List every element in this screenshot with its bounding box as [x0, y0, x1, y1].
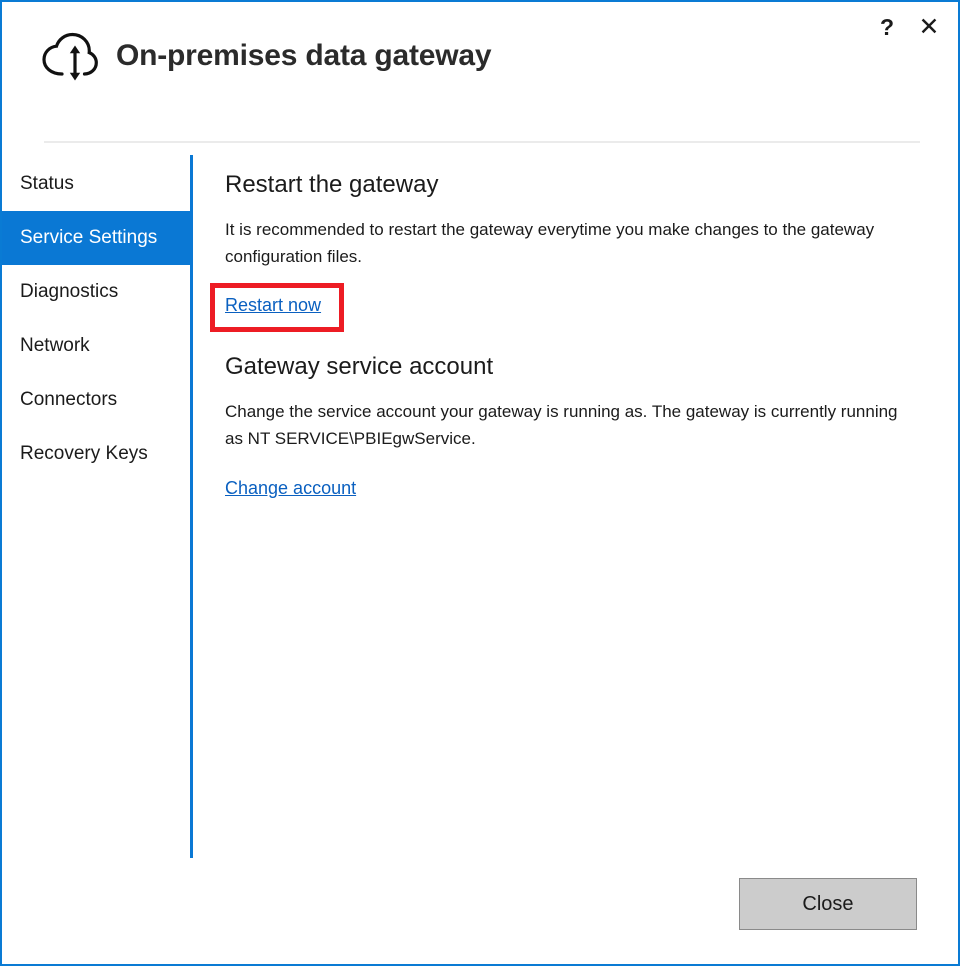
gateway-window: On-premises data gateway ? ✕ Status Serv…: [0, 0, 960, 966]
cloud-sync-icon: [40, 30, 100, 82]
close-button[interactable]: Close: [739, 878, 917, 930]
restart-section-title: Restart the gateway: [225, 170, 925, 200]
sidebar-item-service-settings[interactable]: Service Settings: [2, 211, 191, 265]
sidebar-item-recovery-keys[interactable]: Recovery Keys: [2, 427, 191, 481]
restart-link-row: Restart now: [225, 295, 321, 316]
sidebar-item-status[interactable]: Status: [2, 157, 191, 211]
help-icon[interactable]: ?: [868, 10, 906, 44]
sidebar-item-network[interactable]: Network: [2, 319, 191, 373]
restart-section-body: It is recommended to restart the gateway…: [225, 216, 917, 270]
sidebar-item-label: Recovery Keys: [20, 443, 148, 465]
sidebar-item-label: Service Settings: [20, 227, 157, 249]
change-account-link[interactable]: Change account: [225, 478, 356, 499]
sidebar-divider: [190, 155, 193, 858]
sidebar-item-label: Diagnostics: [20, 281, 118, 303]
title-bar: On-premises data gateway ? ✕: [2, 2, 958, 140]
sidebar-item-connectors[interactable]: Connectors: [2, 373, 191, 427]
sidebar-item-label: Status: [20, 173, 74, 195]
close-icon[interactable]: ✕: [910, 10, 948, 44]
restart-gateway-section: Restart the gateway It is recommended to…: [225, 170, 925, 270]
account-section-title: Gateway service account: [225, 352, 925, 382]
gateway-service-account-section: Gateway service account Change the servi…: [225, 352, 925, 499]
sidebar-nav: Status Service Settings Diagnostics Netw…: [2, 157, 191, 481]
app-brand: On-premises data gateway: [40, 30, 491, 82]
sidebar-item-diagnostics[interactable]: Diagnostics: [2, 265, 191, 319]
app-title: On-premises data gateway: [116, 39, 491, 73]
header-divider: [44, 141, 920, 143]
restart-now-link[interactable]: Restart now: [225, 295, 321, 316]
sidebar-item-label: Connectors: [20, 389, 117, 411]
account-section-body: Change the service account your gateway …: [225, 398, 917, 452]
sidebar-item-label: Network: [20, 335, 90, 357]
